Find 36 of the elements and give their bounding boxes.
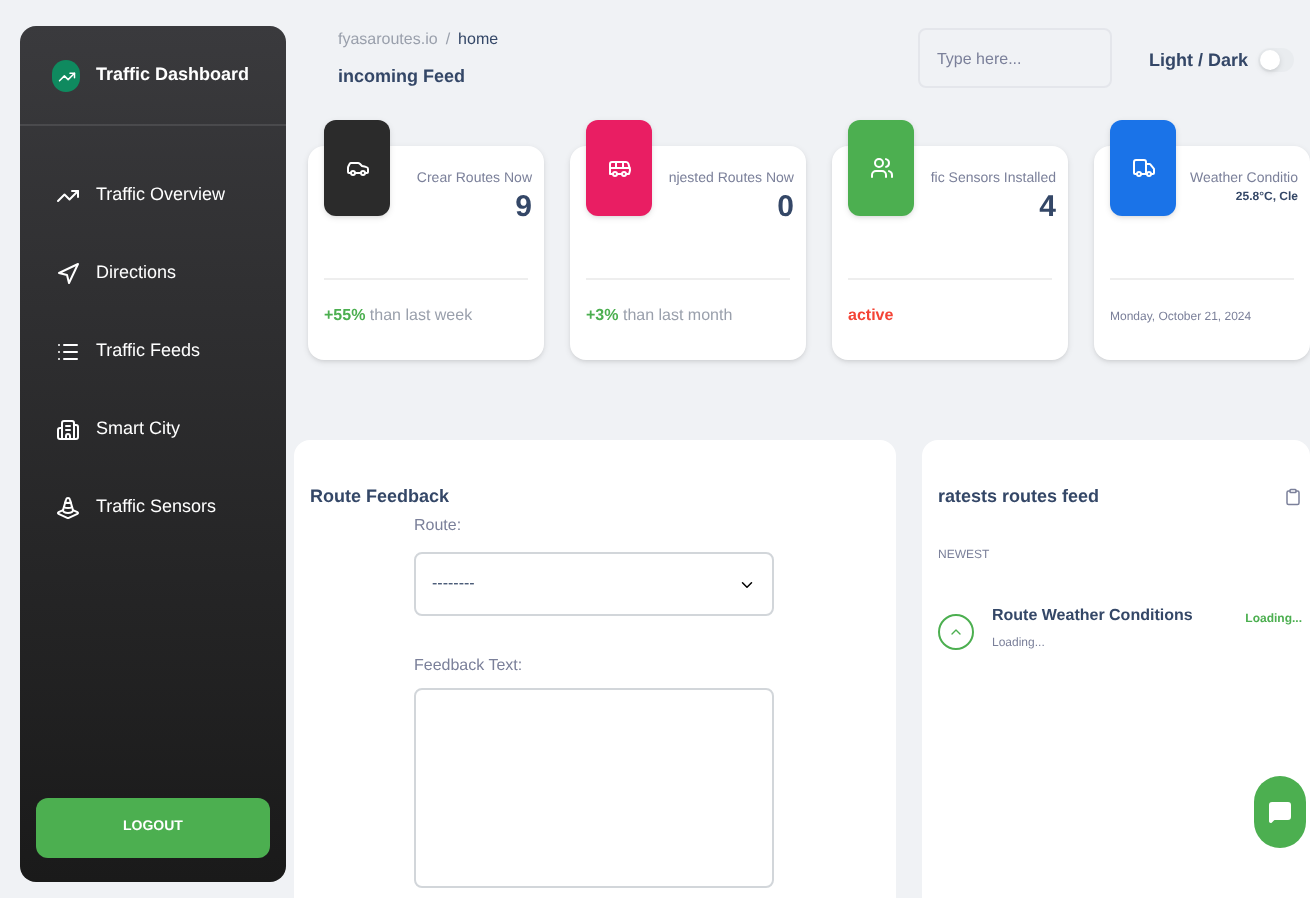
feedback-textarea[interactable] — [414, 688, 774, 888]
nav-item[interactable]: Directions — [36, 234, 270, 312]
stat-value: 9 — [515, 190, 532, 228]
bus-icon — [607, 155, 631, 179]
breadcrumb-separator: / — [445, 28, 451, 52]
breadcrumb-current: home — [458, 28, 499, 52]
field-label: Route: — [414, 514, 464, 538]
truck-icon — [1131, 155, 1155, 179]
page-title: incoming Feed — [338, 64, 468, 90]
nav-item[interactable]: Traffic Sensors — [36, 468, 270, 546]
theme-toggle-label: Light / Dark — [1148, 48, 1248, 74]
chevron-up-icon[interactable] — [938, 614, 974, 650]
theme-toggle[interactable] — [1258, 48, 1294, 72]
logo-icon — [52, 60, 80, 92]
building-icon — [56, 417, 80, 441]
chat-icon — [1268, 799, 1292, 823]
panel-title: Route Feedback — [310, 483, 452, 509]
people-icon — [869, 155, 893, 179]
clipboard-icon[interactable] — [1284, 487, 1302, 506]
chat-button[interactable] — [1254, 775, 1306, 847]
route-select[interactable]: -------- — [414, 552, 774, 616]
brand-name: Traffic Dashboard — [96, 62, 250, 89]
navigation-arrow-icon — [56, 261, 80, 285]
feed-item-title: Route Weather Conditions — [992, 604, 1193, 628]
search-field[interactable]: Type here... — [918, 28, 1113, 88]
status-text: active — [848, 305, 894, 323]
field-label: Feedback Text: — [414, 654, 525, 678]
nav-item[interactable]: Smart City — [36, 390, 270, 468]
stat-value: 4 — [1039, 190, 1056, 228]
nav-item[interactable]: Traffic Feeds — [36, 312, 270, 390]
stat-footer: +55% than last week — [324, 305, 473, 323]
traffic-cone-icon — [56, 495, 80, 519]
panel-title: ratests routes feed — [938, 483, 1100, 509]
stat-value: 0 — [777, 190, 794, 228]
nav-item[interactable]: Traffic Overview — [36, 156, 270, 234]
stat-footer: +3% than last month — [586, 305, 733, 323]
